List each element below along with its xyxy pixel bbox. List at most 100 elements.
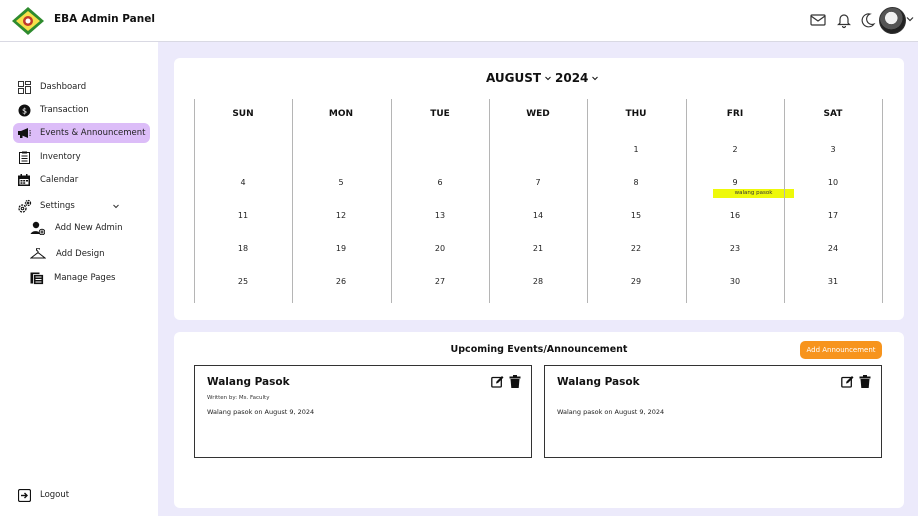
calendar-day[interactable]: 24 [784,244,882,253]
calendar-day[interactable]: 23 [686,244,784,253]
calendar-day[interactable]: 6 [391,178,489,187]
calendar-day[interactable]: 3 [784,145,882,154]
sidebar-item-label: Settings [40,201,75,211]
bell-icon[interactable] [835,11,853,29]
day-header: WED [526,109,550,119]
clipboard-icon [16,149,32,165]
trash-icon[interactable] [509,375,521,388]
announcement-body: Walang pasok on August 9, 2024 [207,408,315,416]
announcement-body: Walang pasok on August 9, 2024 [557,408,665,416]
announcement-author: Written by: Ms. Faculty [207,395,270,401]
calendar-day[interactable]: 9 [686,178,784,187]
announcement-card[interactable]: Walang Pasok Written by: Ms. Faculty Wal… [194,365,532,458]
day-header: SUN [232,109,254,119]
year-value: 2024 [555,71,589,85]
grid-line [194,99,195,303]
chevron-down-icon [545,76,551,81]
sidebar-item-label: Transaction [40,105,89,115]
calendar-day[interactable]: 26 [292,277,390,286]
chevron-down-icon[interactable] [905,14,915,24]
main-content: AUGUST 2024 walang pasok SUN MON TUE WED THU… [158,42,918,516]
grid-line [587,99,588,303]
pages-icon [30,272,44,285]
trash-icon[interactable] [859,375,871,388]
sidebar-item-events-announcement[interactable]: Events & Announcement [13,123,150,143]
calendar-day[interactable]: 20 [391,244,489,253]
announcement-heading: Walang Pasok [207,376,290,388]
day-header: FRI [726,109,744,119]
calendar-day[interactable]: 4 [194,178,292,187]
calendar-day[interactable]: 1 [587,145,685,154]
calendar-day[interactable]: 30 [686,277,784,286]
sidebar-subitem-add-design[interactable]: Add Design [30,244,105,264]
day-header: THU [625,109,647,119]
top-bar: EBA Admin Panel [0,0,918,42]
calendar-day[interactable]: 18 [194,244,292,253]
app-title: EBA Admin Panel [54,13,155,25]
sidebar-item-label: Events & Announcement [40,128,146,138]
moon-icon[interactable] [859,11,877,29]
dashboard-icon [16,79,32,95]
coin-icon: $ [16,102,32,118]
calendar-grid: walang pasok SUN MON TUE WED THU FRI SAT 1 2 3 4 5 6… [194,99,883,303]
calendar-day[interactable]: 25 [194,277,292,286]
calendar-day[interactable]: 14 [489,211,587,220]
calendar-day[interactable]: 15 [587,211,685,220]
calendar-icon [16,172,32,188]
sidebar-subitem-add-new-admin[interactable]: Add New Admin [30,218,123,238]
calendar-card: AUGUST 2024 walang pasok SUN MON TUE WED THU… [174,58,904,320]
calendar-day[interactable]: 2 [686,145,784,154]
calendar-day[interactable]: 27 [391,277,489,286]
calendar-day[interactable]: 21 [489,244,587,253]
calendar-day[interactable]: 10 [784,178,882,187]
gears-icon [16,198,32,214]
sidebar-item-settings[interactable]: Settings [13,196,150,216]
megaphone-icon [16,125,32,141]
sidebar-item-label: Calendar [40,175,79,185]
month-select[interactable]: AUGUST [486,71,552,85]
add-user-icon [30,221,45,235]
calendar-day[interactable]: 28 [489,277,587,286]
announcement-heading: Walang Pasok [557,376,640,388]
edit-icon[interactable] [491,375,504,388]
announcement-card[interactable]: Walang Pasok Walang pasok on August 9, 2… [544,365,882,458]
calendar-day[interactable]: 31 [784,277,882,286]
sidebar-subitem-label: Add Design [56,249,105,259]
calendar-day[interactable]: 11 [194,211,292,220]
calendar-day[interactable]: 17 [784,211,882,220]
sidebar-subitem-label: Add New Admin [55,223,123,233]
mail-icon[interactable] [809,11,827,29]
grid-line [489,99,490,303]
eba-logo[interactable] [11,6,45,36]
events-card: Upcoming Events/Announcement Add Announc… [174,332,904,508]
calendar-day[interactable]: 29 [587,277,685,286]
grid-line [686,99,687,303]
sidebar-item-transaction[interactable]: $ Transaction [13,100,150,120]
logout-icon [16,487,32,503]
add-announcement-button[interactable]: Add Announcement [800,341,882,359]
avatar[interactable] [879,7,906,34]
calendar-day[interactable]: 7 [489,178,587,187]
calendar-day[interactable]: 22 [587,244,685,253]
grid-line [784,99,785,303]
logout-button[interactable]: Logout [13,485,150,505]
calendar-day[interactable]: 8 [587,178,685,187]
year-select[interactable]: 2024 [555,71,599,85]
sidebar-subitem-manage-pages[interactable]: Manage Pages [30,268,115,288]
chevron-down-icon [592,76,599,81]
sidebar: Dashboard $ Transaction Events & Announc… [0,42,158,516]
sidebar-item-calendar[interactable]: Calendar [13,170,150,190]
sidebar-item-inventory[interactable]: Inventory [13,147,150,167]
calendar-day[interactable]: 19 [292,244,390,253]
svg-text:$: $ [21,106,26,115]
edit-icon[interactable] [841,375,854,388]
calendar-day[interactable]: 16 [686,211,784,220]
sidebar-item-dashboard[interactable]: Dashboard [13,77,150,97]
calendar-day[interactable]: 13 [391,211,489,220]
chevron-down-icon[interactable] [112,202,120,210]
grid-line [292,99,293,303]
calendar-day[interactable]: 5 [292,178,390,187]
calendar-day[interactable]: 12 [292,211,390,220]
sidebar-item-label: Inventory [40,152,81,162]
event-chip[interactable]: walang pasok [713,189,794,198]
